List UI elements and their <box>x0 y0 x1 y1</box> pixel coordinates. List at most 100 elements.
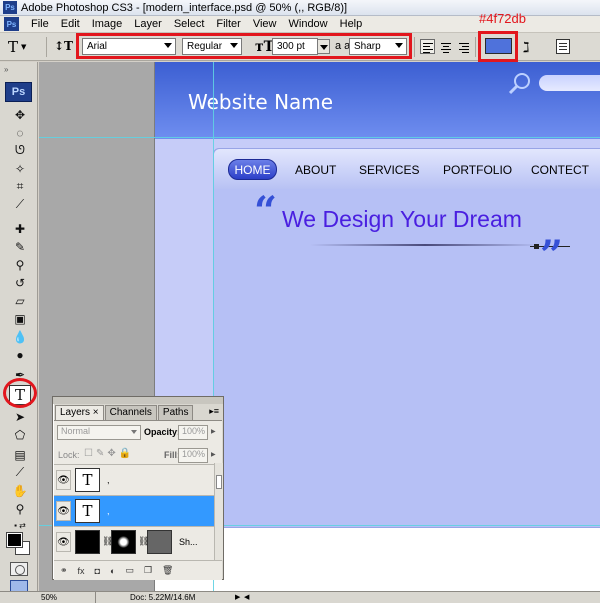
menu-window[interactable]: Window <box>283 18 334 30</box>
search-icon <box>508 73 530 95</box>
menu-filter[interactable]: Filter <box>210 18 246 30</box>
font-style-select[interactable]: Regular <box>182 38 242 55</box>
eraser-tool-icon[interactable]: ▱ <box>11 292 29 309</box>
path-selection-icon[interactable]: ➤ <box>11 408 29 425</box>
search-field <box>539 75 600 91</box>
healing-brush-icon[interactable]: ✚ <box>11 220 29 237</box>
blur-tool-icon[interactable]: 💧 <box>11 328 29 345</box>
font-size-field[interactable]: 300 pt <box>272 38 318 55</box>
layers-scrollbar[interactable] <box>214 463 223 560</box>
chevron-down-icon <box>395 43 403 48</box>
tool-preset-picker[interactable]: T ▼ <box>8 37 42 57</box>
eye-icon[interactable]: 👁 <box>56 501 71 521</box>
zoom-tool-icon[interactable]: ⚲ <box>11 500 29 517</box>
menu-image[interactable]: Image <box>86 18 129 30</box>
text-orientation-icon[interactable]: ↕T <box>54 39 73 53</box>
opacity-dropdown-icon[interactable]: ▶ <box>211 428 219 443</box>
menu-help[interactable]: Help <box>334 18 369 30</box>
menu-view[interactable]: View <box>247 18 283 30</box>
menu-file[interactable]: File <box>25 18 55 30</box>
fill-field[interactable]: 100% <box>178 448 208 463</box>
layer-name[interactable]: , <box>107 475 110 485</box>
history-brush-icon[interactable]: ↺ <box>11 274 29 291</box>
nav-about: ABOUT <box>295 163 337 177</box>
scroll-left-icon[interactable]: ◀ <box>244 593 249 601</box>
panel-grip[interactable] <box>53 397 223 404</box>
tagline-text[interactable]: We Design Your Dream <box>282 206 522 233</box>
font-family-value: Arial <box>87 41 108 52</box>
trash-icon[interactable]: 🗑 <box>162 565 173 576</box>
layer-row[interactable]: 👁 ⛓ ⛓ Sh... <box>54 526 214 557</box>
quote-open: “ <box>254 188 278 235</box>
layer-mask-thumbnail <box>111 530 136 554</box>
panel-tabs: Layers × Channels Paths <box>55 405 194 420</box>
align-right-button[interactable] <box>456 39 471 54</box>
new-layer-icon[interactable]: ❐ <box>144 565 152 576</box>
scrollbar-thumb[interactable] <box>216 475 222 489</box>
ps-logo[interactable]: Ps <box>5 82 32 102</box>
nav-home: HOME <box>228 159 277 180</box>
layer-row-selected[interactable]: 👁 T , <box>54 495 214 526</box>
antialias-select[interactable]: Sharp <box>349 38 407 55</box>
align-center-button[interactable] <box>438 39 453 54</box>
tab-channels[interactable]: Channels <box>104 405 157 420</box>
text-anchor-point[interactable] <box>534 244 539 249</box>
font-size-dropdown-button[interactable] <box>317 39 330 54</box>
nav-portfolio: PORTFOLIO <box>443 163 513 177</box>
clone-stamp-icon[interactable]: ⚲ <box>11 256 29 273</box>
toolbox-grip[interactable]: » <box>4 65 8 74</box>
slice-tool-icon[interactable]: ⟋ <box>11 196 29 213</box>
layer-row[interactable]: 👁 T , <box>54 464 214 495</box>
document-icon[interactable]: Ps <box>4 17 19 31</box>
shape-tool-icon[interactable]: ⬠ <box>11 426 29 443</box>
warp-text-icon[interactable]: ℷ <box>523 39 530 56</box>
brush-tool-icon[interactable]: ✎ <box>11 238 29 255</box>
tab-paths[interactable]: Paths <box>157 405 194 420</box>
align-left-button[interactable] <box>420 39 435 54</box>
text-color-swatch[interactable] <box>485 38 512 54</box>
add-mask-icon[interactable]: ◘ <box>95 566 100 576</box>
eye-icon[interactable]: 👁 <box>56 470 71 490</box>
opacity-label: Opacity: <box>144 427 181 437</box>
adjustment-layer-icon[interactable]: ◐ <box>110 566 115 576</box>
fx-icon[interactable]: fx <box>78 566 85 576</box>
marquee-tool-icon[interactable]: ◌ <box>11 124 29 141</box>
close-icon[interactable]: × <box>93 407 99 418</box>
move-tool-icon[interactable]: ✥ <box>11 106 29 123</box>
foreground-color-swatch[interactable] <box>7 533 22 547</box>
lasso-tool-icon[interactable]: ᘎ <box>11 142 29 159</box>
menu-select[interactable]: Select <box>168 18 211 30</box>
tab-layers[interactable]: Layers × <box>55 405 104 420</box>
dodge-tool-icon[interactable]: ● <box>11 346 29 363</box>
status-bar: 50% Doc: 5.22M/14.6M ▶ ◀ <box>0 591 600 603</box>
character-palette-icon[interactable] <box>556 39 570 54</box>
layer-name[interactable]: Sh... <box>179 537 198 547</box>
opacity-field[interactable]: 100% <box>178 425 208 440</box>
eyedropper-tool-icon[interactable]: ⟋ <box>11 464 29 481</box>
font-family-select[interactable]: Arial <box>82 38 176 55</box>
gradient-tool-icon[interactable]: ▣ <box>11 310 29 327</box>
layer-name[interactable]: , <box>107 506 110 516</box>
magic-wand-tool-icon[interactable]: ✧ <box>11 160 29 177</box>
notes-tool-icon[interactable]: ▤ <box>11 446 29 463</box>
lock-icons: ☐✎✥🔒 <box>84 448 135 459</box>
toolbox: » Ps ✥ ◌ ᘎ ✧ ⌗ ⟋ ✚ ✎ ⚲ ↺ ▱ ▣ 💧 ● ✒ T ➤ ⬠… <box>0 62 38 595</box>
layers-panel: Layers × Channels Paths ▸≡ Normal Opacit… <box>52 396 224 580</box>
menu-edit[interactable]: Edit <box>55 18 86 30</box>
nav-contect: CONTECT <box>531 163 589 177</box>
layers-footer: ⚭ fx ◘ ◐ ▭ ❐ 🗑 <box>54 560 222 580</box>
link-layers-icon[interactable]: ⚭ <box>60 565 68 576</box>
status-menu-icon[interactable]: ▶ <box>235 593 240 601</box>
chevron-down-icon <box>320 45 328 50</box>
chevron-down-icon <box>164 43 172 48</box>
menu-layer[interactable]: Layer <box>128 18 168 30</box>
hand-tool-icon[interactable]: ✋ <box>11 482 29 499</box>
panel-menu-icon[interactable]: ▸≡ <box>209 406 219 417</box>
zoom-level[interactable]: 50% <box>41 593 57 602</box>
quick-mask-icon[interactable] <box>10 562 28 576</box>
eye-icon[interactable]: 👁 <box>56 532 71 552</box>
new-group-icon[interactable]: ▭ <box>125 565 134 576</box>
default-colors-icon[interactable]: ▪ ⇄ <box>11 517 29 534</box>
crop-tool-icon[interactable]: ⌗ <box>11 178 29 195</box>
blend-mode-select[interactable]: Normal <box>57 425 141 440</box>
